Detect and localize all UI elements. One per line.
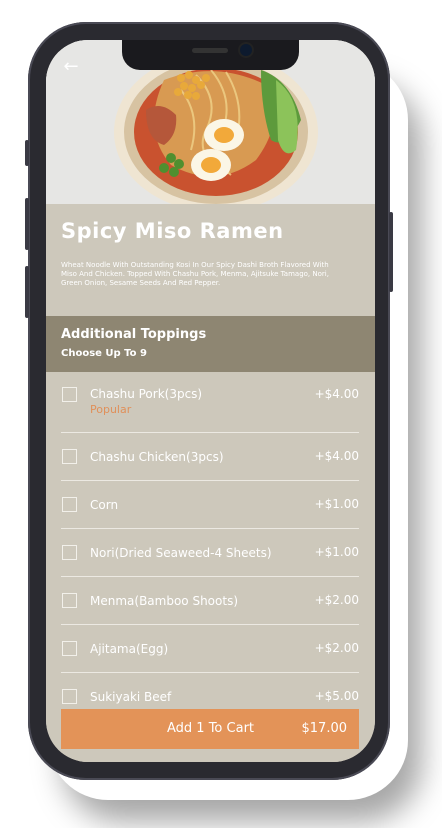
front-camera: [240, 44, 252, 56]
toppings-list: Chashu Pork(3pcs) +$4.00 Popular Chashu …: [46, 372, 375, 762]
item-price: +$1.00: [314, 497, 359, 511]
item-price: +$4.00: [314, 387, 359, 401]
checkbox[interactable]: [62, 593, 77, 608]
popular-badge: Popular: [90, 403, 132, 416]
checkbox[interactable]: [62, 449, 77, 464]
list-item[interactable]: Chashu Pork(3pcs) +$4.00 Popular: [61, 372, 359, 433]
item-name: Nori(Dried Seaweed-4 Sheets): [90, 546, 272, 560]
speaker: [192, 48, 228, 53]
cart-label: Add 1 To Cart: [167, 721, 255, 736]
dish-description: Wheat Noodle With Outstanding Kosi In Ou…: [61, 261, 329, 287]
toppings-title: Additional Toppings: [61, 327, 207, 342]
item-price: +$4.00: [314, 449, 359, 463]
toppings-header: Additional Toppings Choose Up To 9: [46, 316, 375, 372]
power-button: [389, 212, 393, 292]
add-to-cart-button[interactable]: Add 1 To Cart $17.00: [61, 709, 359, 749]
volume-down-button: [25, 266, 29, 318]
item-price: +$2.00: [314, 593, 359, 607]
arrow-left-icon[interactable]: ←: [60, 56, 82, 78]
item-name: Ajitama(Egg): [90, 642, 169, 656]
checkbox[interactable]: [62, 641, 77, 656]
item-price: +$2.00: [314, 641, 359, 655]
notch: [122, 40, 299, 70]
item-price: +$5.00: [314, 689, 359, 703]
item-name: Menma(Bamboo Shoots): [90, 594, 239, 608]
checkbox[interactable]: [62, 497, 77, 512]
app-screen: ← Spicy Miso Ramen Wheat Noodle With Out…: [46, 40, 375, 762]
item-price: +$1.00: [314, 545, 359, 559]
checkbox[interactable]: [62, 545, 77, 560]
list-item[interactable]: Nori(Dried Seaweed-4 Sheets) +$1.00: [61, 529, 359, 577]
list-item[interactable]: Ajitama(Egg) +$2.00: [61, 625, 359, 673]
list-item[interactable]: Corn +$1.00: [61, 481, 359, 529]
dish-info: Spicy Miso Ramen Wheat Noodle With Outst…: [46, 204, 375, 316]
item-name: Chashu Chicken(3pcs): [90, 450, 224, 464]
item-name: Corn: [90, 498, 119, 512]
checkbox[interactable]: [62, 689, 77, 704]
volume-up-button: [25, 198, 29, 250]
checkbox[interactable]: [62, 387, 77, 402]
list-item[interactable]: Sukiyaki Beef +$5.00: [61, 673, 359, 713]
item-name: Chashu Pork(3pcs): [90, 387, 203, 401]
dish-title: Spicy Miso Ramen: [61, 219, 284, 243]
toppings-subtitle: Choose Up To 9: [61, 348, 147, 359]
cart-total: $17.00: [301, 721, 348, 736]
list-item[interactable]: Chashu Chicken(3pcs) +$4.00: [61, 433, 359, 481]
item-name: Sukiyaki Beef: [90, 690, 172, 704]
mute-switch: [25, 140, 29, 166]
list-item[interactable]: Menma(Bamboo Shoots) +$2.00: [61, 577, 359, 625]
